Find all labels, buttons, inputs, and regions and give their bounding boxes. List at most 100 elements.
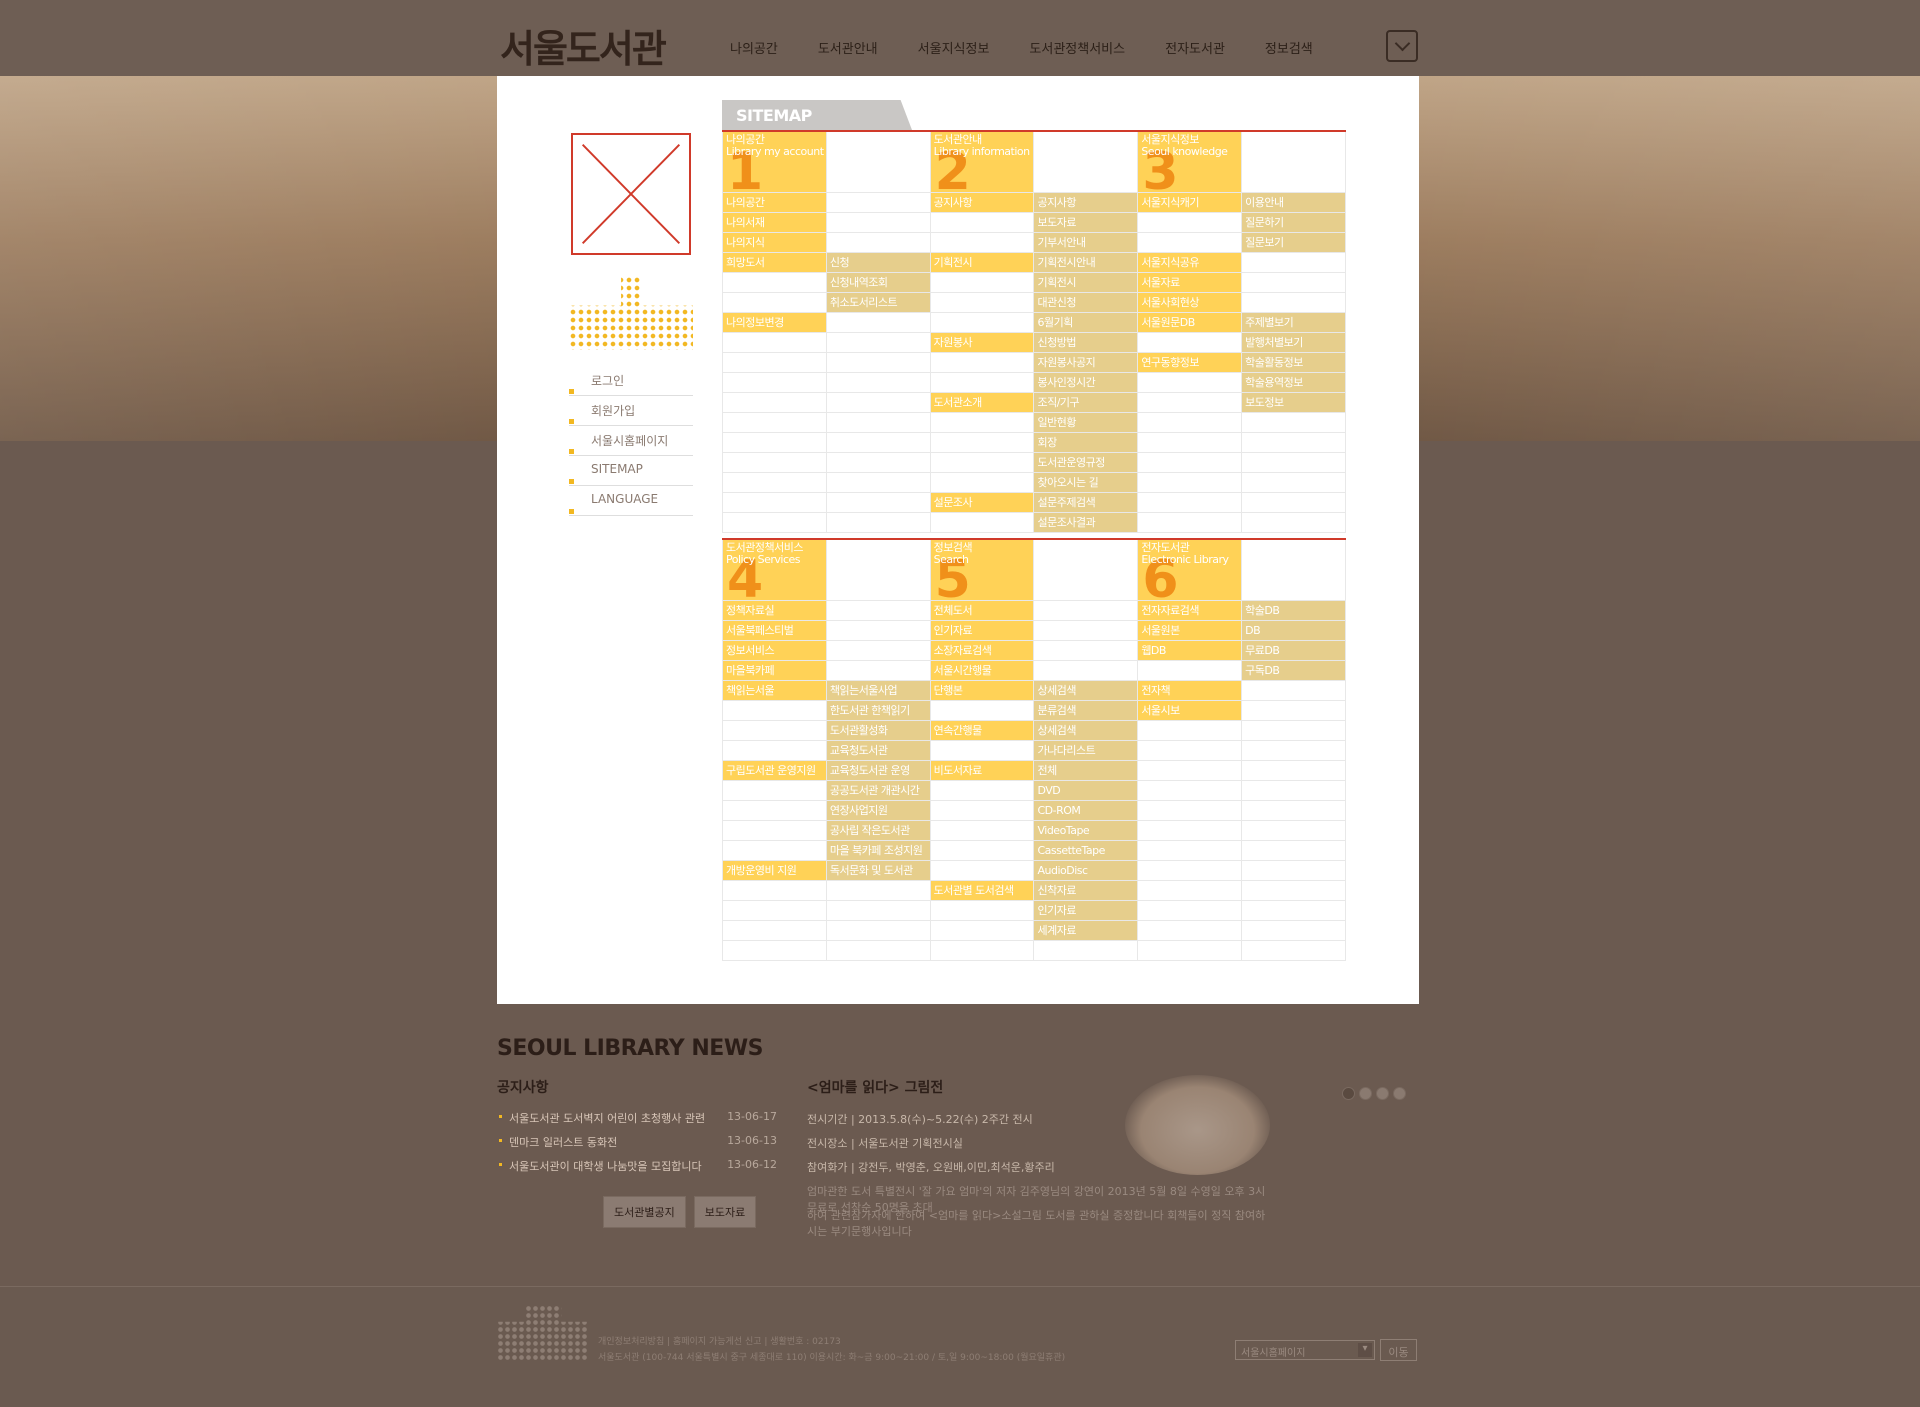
sitemap-link[interactable]: 공지사항 xyxy=(929,191,1035,213)
sitemap-link[interactable]: 기부서안내 xyxy=(1033,231,1139,253)
sitemap-link[interactable]: AudioDisc xyxy=(1033,859,1139,881)
sitemap-link[interactable]: 취소도서리스트 xyxy=(825,291,931,313)
sidebar-item-login[interactable]: 로그인 xyxy=(569,366,693,396)
sitemap-link[interactable]: 상세검색 xyxy=(1033,679,1139,701)
sitemap-link[interactable]: 희망도서 xyxy=(722,251,827,273)
sitemap-link[interactable]: 서울북페스티벌 xyxy=(722,619,827,641)
sitemap-link[interactable]: 공사립 작은도서관 xyxy=(825,819,931,841)
pager-dot[interactable] xyxy=(1359,1087,1372,1100)
sitemap-link[interactable]: 신청내역조회 xyxy=(825,271,931,293)
sitemap-link[interactable]: 자원봉사 xyxy=(929,331,1035,353)
sitemap-link[interactable]: 서울사회현상 xyxy=(1137,291,1243,313)
sitemap-link[interactable]: 기획전시 xyxy=(929,251,1035,273)
sitemap-link[interactable]: DB xyxy=(1241,619,1346,641)
site-logo[interactable]: 서울도서관 xyxy=(500,18,667,73)
sitemap-link[interactable]: 도서관활성화 xyxy=(825,719,931,741)
sitemap-link[interactable]: 연속간행물 xyxy=(929,719,1035,741)
sitemap-link[interactable]: 마을 북카페 조성지원 xyxy=(825,839,931,861)
pager-dot[interactable] xyxy=(1376,1087,1389,1100)
sitemap-link[interactable]: 단행본 xyxy=(929,679,1035,701)
sitemap-link[interactable]: 신청방법 xyxy=(1033,331,1139,353)
sitemap-link[interactable]: 세계자료 xyxy=(1033,919,1139,941)
nav-item-seoul-knowledge[interactable]: 서울지식정보 xyxy=(918,38,990,57)
sitemap-link[interactable]: 서울시보 xyxy=(1137,699,1243,721)
sitemap-link[interactable]: 한도서관 한책읽기 xyxy=(825,699,931,721)
sitemap-link[interactable]: 서울지식캐기 xyxy=(1137,191,1243,213)
sitemap-link[interactable]: 상세검색 xyxy=(1033,719,1139,741)
sitemap-link[interactable]: 책읽는서울 xyxy=(722,679,827,701)
sitemap-link[interactable]: 개방운영비 지원 xyxy=(722,859,827,881)
sitemap-link[interactable]: 6월기획 xyxy=(1033,311,1139,333)
sitemap-link[interactable]: 책읽는서울사업 xyxy=(825,679,931,701)
sitemap-link[interactable]: 질문보기 xyxy=(1241,231,1346,253)
sitemap-link[interactable]: 회장 xyxy=(1033,431,1139,453)
sitemap-link[interactable]: 발행처별보기 xyxy=(1241,331,1346,353)
sitemap-link[interactable]: 자원봉사공지 xyxy=(1033,351,1139,373)
sitemap-link[interactable]: 질문하기 xyxy=(1241,211,1346,233)
sitemap-link[interactable]: 연장사업지원 xyxy=(825,799,931,821)
sitemap-link[interactable]: 설문조사 xyxy=(929,491,1035,513)
sitemap-link[interactable]: 가나다리스트 xyxy=(1033,739,1139,761)
sitemap-link[interactable]: 마을북카페 xyxy=(722,659,827,681)
sitemap-link[interactable]: 보도정보 xyxy=(1241,391,1346,413)
list-item[interactable]: 서울도서관 도서벽지 어린이 초청행사 관련 13-06-17 xyxy=(497,1110,777,1134)
sitemap-link[interactable]: 무료DB xyxy=(1241,639,1346,661)
nav-item-policy-service[interactable]: 도서관정책서비스 xyxy=(1029,38,1125,57)
sitemap-link[interactable]: 구립도서관 운영지원 xyxy=(722,759,827,781)
sitemap-link[interactable]: 조직/기구 xyxy=(1033,391,1139,413)
sitemap-link[interactable]: 도서관운영규정 xyxy=(1033,451,1139,473)
sitemap-link[interactable]: 봉사인정시간 xyxy=(1033,371,1139,393)
sitemap-link[interactable]: 정보서비스 xyxy=(722,639,827,661)
sitemap-link[interactable]: 교육청도서관 운영 xyxy=(825,759,931,781)
chevron-down-icon[interactable] xyxy=(1386,30,1418,62)
sitemap-link[interactable]: 기획전시안내 xyxy=(1033,251,1139,273)
sitemap-link[interactable]: 전자자료검색 xyxy=(1137,599,1243,621)
pager-dot[interactable] xyxy=(1393,1087,1406,1100)
sitemap-link[interactable]: 학술용역정보 xyxy=(1241,371,1346,393)
go-button[interactable]: 이동 xyxy=(1380,1339,1417,1361)
sidebar-item-sitemap[interactable]: SITEMAP xyxy=(569,456,693,486)
sitemap-link[interactable]: VideoTape xyxy=(1033,819,1139,841)
pager-dot[interactable] xyxy=(1342,1087,1355,1100)
sitemap-link[interactable]: 설문주제검색 xyxy=(1033,491,1139,513)
nav-item-e-library[interactable]: 전자도서관 xyxy=(1165,38,1225,57)
sitemap-link[interactable]: 구독DB xyxy=(1241,659,1346,681)
sitemap-link[interactable]: 전자책 xyxy=(1137,679,1243,701)
list-item[interactable]: 덴마크 일러스트 동화전 13-06-13 xyxy=(497,1134,777,1158)
sitemap-link[interactable]: 나의공간 xyxy=(722,191,827,213)
sitemap-link[interactable]: 신청 xyxy=(825,251,931,273)
sitemap-link[interactable]: 주제별보기 xyxy=(1241,311,1346,333)
sitemap-link[interactable]: 연구동향정보 xyxy=(1137,351,1243,373)
sitemap-link[interactable]: 전체도서 xyxy=(929,599,1035,621)
sitemap-link[interactable]: CassetteTape xyxy=(1033,839,1139,861)
sidebar-item-language[interactable]: LANGUAGE xyxy=(569,486,693,516)
sitemap-link[interactable]: 정책자료실 xyxy=(722,599,827,621)
sitemap-link[interactable]: 서울원문DB xyxy=(1137,311,1243,333)
sitemap-link[interactable]: 도서관소개 xyxy=(929,391,1035,413)
sitemap-link[interactable]: 분류검색 xyxy=(1033,699,1139,721)
sitemap-link[interactable]: 기획전시 xyxy=(1033,271,1139,293)
sitemap-link[interactable]: 일반현황 xyxy=(1033,411,1139,433)
sitemap-link[interactable]: 인기자료 xyxy=(929,619,1035,641)
sitemap-link[interactable]: 학술활동정보 xyxy=(1241,351,1346,373)
sitemap-link[interactable]: 인기자료 xyxy=(1033,899,1139,921)
sitemap-link[interactable]: 웹DB xyxy=(1137,639,1243,661)
nav-item-my-space[interactable]: 나의공간 xyxy=(730,38,778,57)
press-release-button[interactable]: 보도자료 xyxy=(693,1196,757,1228)
sitemap-link[interactable]: 도서관별 도서검색 xyxy=(929,879,1035,901)
sitemap-link[interactable]: 보도자료 xyxy=(1033,211,1139,233)
sitemap-link[interactable]: 비도서자료 xyxy=(929,759,1035,781)
sitemap-link[interactable]: 교육청도서관 xyxy=(825,739,931,761)
sidebar-item-seoul-home[interactable]: 서울시홈페이지 xyxy=(569,426,693,456)
sitemap-link[interactable]: 찾아오시는 길 xyxy=(1033,471,1139,493)
library-notice-button[interactable]: 도서관별공지 xyxy=(603,1196,686,1228)
sidebar-item-join[interactable]: 회원가입 xyxy=(569,396,693,426)
sitemap-link[interactable]: CD-ROM xyxy=(1033,799,1139,821)
site-select[interactable]: 서울시홈페이지 xyxy=(1235,1340,1375,1360)
sitemap-link[interactable]: 나의정보변경 xyxy=(722,311,827,333)
sitemap-link[interactable]: 소장자료검색 xyxy=(929,639,1035,661)
sitemap-link[interactable]: 나의지식 xyxy=(722,231,827,253)
nav-item-library-info[interactable]: 도서관안내 xyxy=(818,38,878,57)
sitemap-link[interactable]: 학술DB xyxy=(1241,599,1346,621)
sitemap-link[interactable]: 서울자료 xyxy=(1137,271,1243,293)
